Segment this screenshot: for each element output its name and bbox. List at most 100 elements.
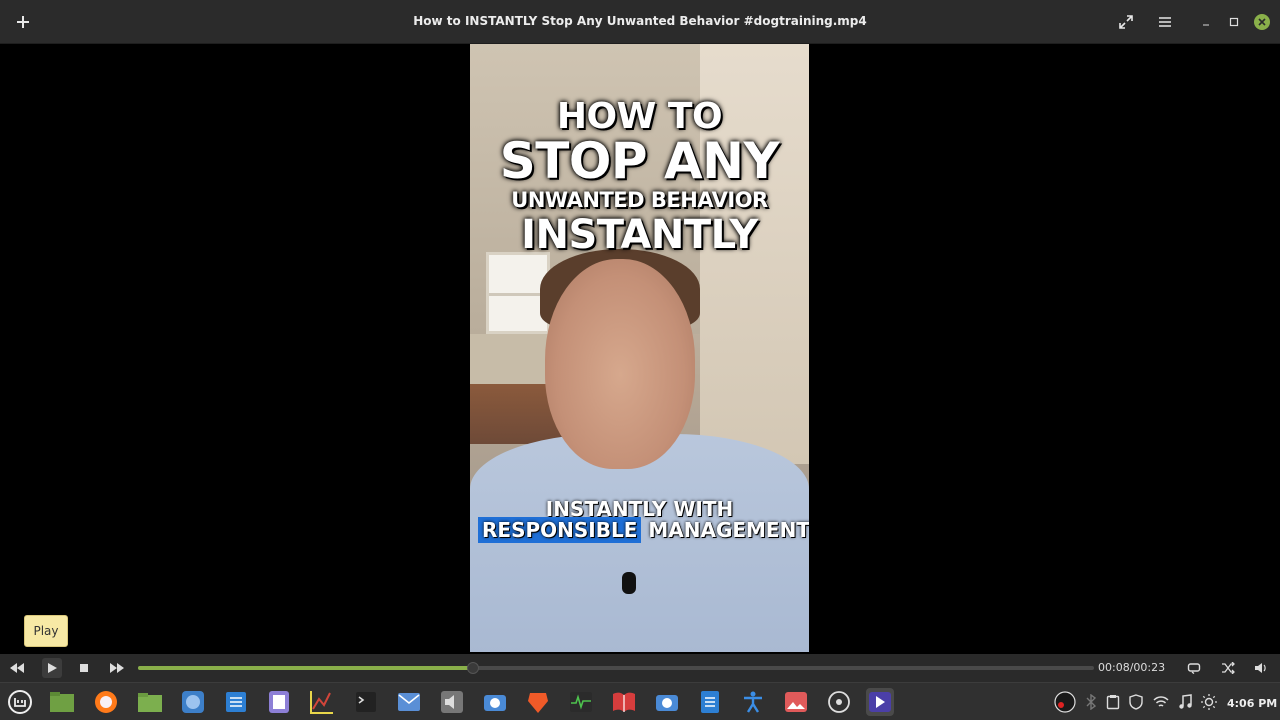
caption-line2: RESPONSIBLE MANAGEMENT <box>478 517 809 546</box>
brightness-icon <box>1201 694 1217 710</box>
overlay-title-line1: HOW TO <box>556 96 723 137</box>
playback-controls: 00:08/00:23 <box>0 654 1280 682</box>
shuffle-icon <box>1222 662 1235 674</box>
caption-rest: MANAGEMENT <box>648 518 809 542</box>
taskbar-mail[interactable] <box>395 688 423 716</box>
taskbar-brave[interactable] <box>524 688 552 716</box>
taskbar-system-monitor[interactable] <box>308 688 336 716</box>
taskbar-accessibility[interactable] <box>739 688 767 716</box>
overlay-title-line2: STOP ANY <box>499 132 780 190</box>
firefox-icon <box>95 691 117 713</box>
window-title: How to INSTANTLY Stop Any Unwanted Behav… <box>413 14 867 28</box>
fullscreen-button[interactable] <box>1116 12 1136 32</box>
tray-brightness[interactable] <box>1200 693 1218 711</box>
folder-icon <box>138 693 162 712</box>
minimize-icon <box>1203 24 1209 26</box>
taskbar-notes[interactable] <box>265 688 293 716</box>
play-button[interactable] <box>42 658 62 678</box>
tray-music[interactable] <box>1176 693 1194 711</box>
video-frame[interactable]: HOW TO STOP ANY UNWANTED BEHAVIOR INSTAN… <box>470 44 809 652</box>
screenshot-icon <box>484 695 506 711</box>
taskbar-video-player[interactable] <box>866 688 894 716</box>
shuffle-button[interactable] <box>1218 658 1238 678</box>
video-area[interactable]: HOW TO STOP ANY UNWANTED BEHAVIOR INSTAN… <box>0 44 1280 654</box>
seek-handle[interactable] <box>466 662 479 674</box>
close-button[interactable] <box>1252 12 1272 32</box>
taskbar-terminal[interactable] <box>352 688 380 716</box>
close-icon <box>1254 14 1270 30</box>
media-player-window: How to INSTANTLY Stop Any Unwanted Behav… <box>0 0 1280 720</box>
sound-icon <box>441 691 463 713</box>
seek-bar[interactable] <box>138 662 1094 674</box>
taskbar-files[interactable] <box>48 688 76 716</box>
taskbar-obs[interactable] <box>825 688 853 716</box>
brave-icon <box>528 693 548 713</box>
maximize-icon <box>1229 17 1239 27</box>
tray-bluetooth[interactable] <box>1082 693 1100 711</box>
obs-icon <box>828 691 850 713</box>
overlay-title-line4: INSTANTLY <box>521 212 758 258</box>
repeat-icon <box>1187 663 1201 674</box>
tray-clipboard[interactable] <box>1104 693 1122 711</box>
bluetooth-icon <box>1086 694 1097 710</box>
document-icon <box>701 691 719 713</box>
terminal-icon <box>356 692 376 712</box>
time-display: 00:08/00:23 <box>1098 661 1166 674</box>
taskbar-reader[interactable] <box>610 688 638 716</box>
play-tooltip: Play <box>24 615 68 647</box>
fast-forward-button[interactable] <box>107 658 127 678</box>
image-viewer-icon <box>785 692 807 712</box>
stop-button[interactable] <box>74 658 94 678</box>
tray-shield[interactable] <box>1127 693 1145 711</box>
taskbar-activity[interactable] <box>567 688 595 716</box>
taskbar-sound[interactable] <box>438 688 466 716</box>
music-icon <box>1179 694 1192 709</box>
files-icon <box>50 692 74 712</box>
taskbar-document[interactable] <box>696 688 724 716</box>
mint-menu-button[interactable] <box>6 688 34 716</box>
seek-progress <box>138 666 473 670</box>
camera-icon <box>656 695 678 711</box>
taskbar-camera[interactable] <box>653 688 681 716</box>
taskbar-screenshot[interactable] <box>481 688 509 716</box>
video-player-icon <box>869 692 891 712</box>
stop-icon <box>80 664 88 672</box>
mint-menu-icon <box>8 690 32 714</box>
chromium-icon <box>182 691 204 713</box>
accessibility-icon <box>744 691 762 713</box>
add-file-button[interactable] <box>12 11 34 33</box>
repeat-button[interactable] <box>1184 658 1204 678</box>
clipboard-icon <box>1106 695 1120 710</box>
taskbar-clock[interactable]: 4:06 PM <box>1227 697 1277 710</box>
maximize-button[interactable] <box>1224 12 1244 32</box>
taskbar-image-viewer[interactable] <box>782 688 810 716</box>
volume-button[interactable] <box>1251 658 1271 678</box>
reader-icon <box>613 692 635 712</box>
tray-obs[interactable] <box>1053 690 1077 714</box>
taskbar-folder[interactable] <box>136 688 164 716</box>
rewind-icon <box>10 663 24 673</box>
expand-icon <box>1119 15 1133 29</box>
rewind-button[interactable] <box>7 658 27 678</box>
taskbar-text-editor[interactable] <box>222 688 250 716</box>
play-icon <box>48 663 57 673</box>
overlay-title-line3: UNWANTED BEHAVIOR <box>511 188 768 212</box>
volume-icon <box>1255 663 1266 673</box>
activity-icon <box>570 692 592 712</box>
shield-icon <box>1129 694 1143 710</box>
text-editor-icon <box>226 692 246 712</box>
notes-icon <box>269 691 289 713</box>
menu-button[interactable] <box>1155 12 1175 32</box>
minimize-button[interactable] <box>1196 12 1216 32</box>
obs-tray-icon <box>1054 691 1076 713</box>
wifi-icon <box>1153 696 1169 707</box>
tray-wifi[interactable] <box>1152 693 1170 711</box>
taskbar-chromium[interactable] <box>179 688 207 716</box>
fast-forward-icon <box>110 663 124 673</box>
mail-icon <box>398 693 420 711</box>
caption-highlight: RESPONSIBLE <box>478 517 642 543</box>
plus-icon <box>17 16 29 28</box>
taskbar: 4:06 PM <box>0 682 1280 720</box>
video-person-face <box>545 259 695 469</box>
taskbar-firefox[interactable] <box>92 688 120 716</box>
